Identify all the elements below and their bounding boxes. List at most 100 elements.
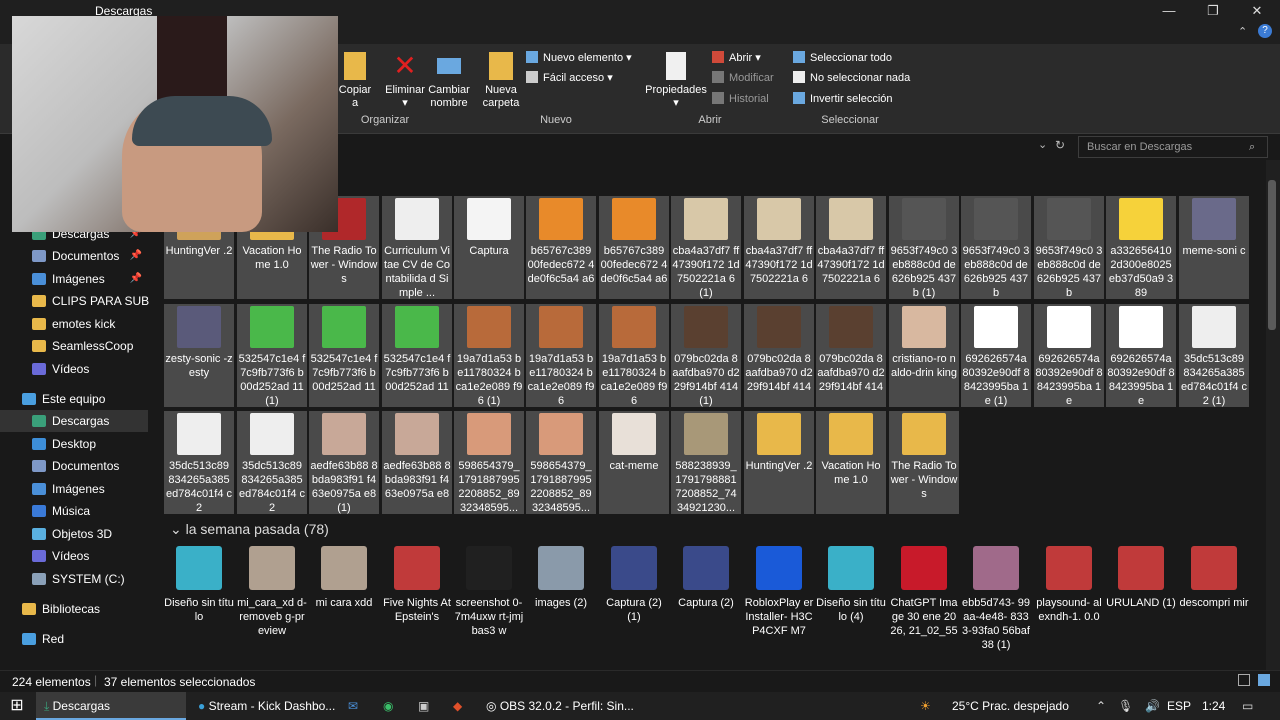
help-icon[interactable]: ? <box>1258 24 1272 38</box>
taskbar-stream[interactable]: ● Stream - Kick Dashbo... <box>190 692 340 720</box>
file-item[interactable]: 35dc513c89 834265a385 ed784c01f4 c2 <box>237 411 307 514</box>
new-folder-button[interactable]: Nueva carpeta <box>480 52 522 110</box>
file-item[interactable]: Curriculum Vitae CV de Contabilida d Sim… <box>382 196 452 299</box>
file-item[interactable]: ChatGPT Image 30 ene 2026, 21_02_55 <box>889 546 959 638</box>
scrollbar-thumb[interactable] <box>1268 180 1276 330</box>
details-view-icon[interactable] <box>1238 674 1250 686</box>
file-item[interactable]: cat-meme <box>599 411 669 514</box>
file-item[interactable]: b65767c389 00fedec672 4de0f6c5a4 a6 <box>599 196 669 299</box>
file-item[interactable]: descompri mir <box>1179 546 1249 610</box>
file-item[interactable]: 079bc02da 8aafdba970 d229f914bf 414 <box>816 304 886 407</box>
chevron-up-icon[interactable]: ⌃ <box>1238 25 1247 38</box>
nav-musica[interactable]: Música <box>0 500 148 522</box>
nav-imagenes[interactable]: Imágenes <box>0 478 148 500</box>
clock[interactable]: 1:24 <box>1202 692 1225 720</box>
rename-button[interactable]: Cambiar nombre <box>426 52 472 110</box>
file-item[interactable]: 532547c1e4 f7c9fb773f6 b00d252ad 11 <box>309 304 379 407</box>
file-item[interactable]: Five Nights At Epstein's <box>382 546 452 624</box>
nav-quick-documentos[interactable]: Documentos 📌 <box>0 245 148 267</box>
mail-icon[interactable]: ✉ <box>348 692 366 720</box>
file-item[interactable]: playsound- alexndh-1. 0.0 <box>1034 546 1104 624</box>
weather-icon[interactable]: ☀ <box>920 692 944 720</box>
file-item[interactable]: 35dc513c89 834265a385 ed784c01f4 c2 <box>164 411 234 514</box>
file-item[interactable]: Diseño sin título <box>164 546 234 624</box>
file-item[interactable]: 9653f749c0 3eb888c0d de626b925 437b <box>1034 196 1104 299</box>
file-item[interactable]: cba4a37df7 ff47390f172 1d7502221a 6 <box>816 196 886 299</box>
nav-desktop[interactable]: Desktop <box>0 433 148 455</box>
nav-emotes[interactable]: emotes kick <box>0 313 148 335</box>
file-item[interactable]: screenshot 0-7m4uxw rt-jmjbas3 w <box>454 546 524 638</box>
file-item[interactable]: meme-soni c <box>1179 196 1249 299</box>
history-button[interactable]: Historial <box>712 90 769 108</box>
nav-quick-imagenes[interactable]: Imágenes 📌 <box>0 268 148 290</box>
file-item[interactable]: 532547c1e4 f7c9fb773f6 b00d252ad 11 <box>382 304 452 407</box>
terminal-icon[interactable]: ▣ <box>418 692 436 720</box>
language-indicator[interactable]: ESP <box>1167 692 1191 720</box>
close-button[interactable]: ✕ <box>1234 0 1280 22</box>
new-item-button[interactable]: Nuevo elemento ▾ <box>526 49 632 67</box>
file-item[interactable]: a332656410 2d300e8025 eb37d50a9 389 <box>1106 196 1176 299</box>
minimize-button[interactable]: — <box>1146 0 1192 22</box>
nav-videos[interactable]: Vídeos <box>0 545 148 567</box>
nav-bibliotecas[interactable]: Bibliotecas <box>0 598 148 620</box>
copy-button[interactable]: Copiar a <box>338 52 372 110</box>
select-all-button[interactable]: Seleccionar todo <box>793 49 892 67</box>
properties-button[interactable]: Propiedades ▾ <box>644 52 708 110</box>
file-item[interactable]: cba4a37df7 ff47390f172 1d7502221a 6 (1) <box>671 196 741 299</box>
open-button[interactable]: Abrir ▾ <box>712 49 761 67</box>
refresh-icon[interactable]: ↻ <box>1055 138 1065 152</box>
file-item[interactable]: zesty-sonic -zesty <box>164 304 234 407</box>
select-none-button[interactable]: No seleccionar nada <box>793 69 910 87</box>
file-item[interactable]: RobloxPlay erInstaller- H3CP4CXF M7 <box>744 546 814 638</box>
file-item[interactable]: b65767c389 00fedec672 4de0f6c5a4 a6 <box>526 196 596 299</box>
file-item[interactable]: Diseño sin título (4) <box>816 546 886 624</box>
large-icons-view-icon[interactable] <box>1258 674 1270 686</box>
file-item[interactable]: 692626574a 80392e90df 88423995ba 1e (1) <box>961 304 1031 407</box>
file-item[interactable]: URULAND (1) <box>1106 546 1176 610</box>
nav-descargas[interactable]: Descargas <box>0 410 148 432</box>
file-item[interactable]: Captura (2) <box>671 546 741 610</box>
file-item[interactable]: 692626574a 80392e90df 88423995ba 1e <box>1106 304 1176 407</box>
nav-red[interactable]: Red <box>0 628 148 650</box>
file-item[interactable]: The Radio Tower - Windows <box>889 411 959 514</box>
taskbar-explorer[interactable]: ⤓ Descargas <box>36 692 186 720</box>
easy-access-button[interactable]: Fácil acceso ▾ <box>526 69 613 87</box>
weather-text[interactable]: 25°C Prac. despejado <box>952 692 1069 720</box>
file-item[interactable]: 598654379_ 1791887995 2208852_89 3234859… <box>526 411 596 514</box>
file-item[interactable]: mi_cara_xd d-removeb g-preview <box>237 546 307 638</box>
file-item[interactable]: 079bc02da 8aafdba970 d229f914bf 414 (1) <box>671 304 741 407</box>
group-header[interactable]: ⌄ la semana pasada (78) <box>170 521 329 538</box>
nav-documentos[interactable]: Documentos <box>0 455 148 477</box>
file-item[interactable]: 598654379_ 1791887995 2208852_89 3234859… <box>454 411 524 514</box>
nav-clips[interactable]: CLIPS PARA SUBIR <box>0 290 161 312</box>
maximize-button[interactable]: ❐ <box>1190 0 1236 22</box>
volume-icon[interactable]: 🔊 <box>1145 692 1160 720</box>
file-item[interactable]: 532547c1e4 f7c9fb773f6 b00d252ad 11 (1) <box>237 304 307 407</box>
file-item[interactable]: 692626574a 80392e90df 88423995ba 1e <box>1034 304 1104 407</box>
start-button[interactable]: ⊞ <box>8 692 26 720</box>
file-item[interactable]: aedfe63b88 8bda983f91 f463e0975a e8 (1) <box>309 411 379 514</box>
file-item[interactable]: 9653f749c0 3eb888c0d de626b925 437b <box>961 196 1031 299</box>
spotify-icon[interactable]: ◉ <box>383 692 401 720</box>
file-item[interactable]: cristiano-ro naldo-drin king <box>889 304 959 407</box>
edit-button[interactable]: Modificar <box>712 69 774 87</box>
chevron-up-icon[interactable]: ⌃ <box>1096 692 1106 720</box>
brave-icon[interactable]: ◆ <box>453 692 471 720</box>
file-item[interactable]: 19a7d1a53 be11780324 bca1e2e089 f96 <box>599 304 669 407</box>
file-item[interactable]: 588238939_ 1791798881 7208852_74 3492123… <box>671 411 741 514</box>
nav-objetos3d[interactable]: Objetos 3D <box>0 523 148 545</box>
file-item[interactable]: ebb5d743- 99aa-4e48- 8333-93fa0 56baf38 … <box>961 546 1031 652</box>
file-item[interactable]: 19a7d1a53 be11780324 bca1e2e089 f96 <box>526 304 596 407</box>
file-item[interactable]: Captura <box>454 196 524 299</box>
file-item[interactable]: 35dc513c89 834265a385 ed784c01f4 c2 (1) <box>1179 304 1249 407</box>
file-item[interactable]: images (2) <box>526 546 596 610</box>
nav-this-pc[interactable]: Este equipo <box>0 388 148 410</box>
file-item[interactable]: aedfe63b88 8bda983f91 f463e0975a e8 <box>382 411 452 514</box>
nav-quick-videos[interactable]: Vídeos <box>0 358 148 380</box>
file-item[interactable]: 079bc02da 8aafdba970 d229f914bf 414 <box>744 304 814 407</box>
file-item[interactable]: Vacation Home 1.0 <box>816 411 886 514</box>
nav-seamlesscoop[interactable]: SeamlessCoop <box>0 335 148 357</box>
search-input[interactable]: Buscar en Descargas ⌕ <box>1078 136 1268 158</box>
chevron-down-icon[interactable]: ⌄ <box>1038 138 1047 151</box>
notification-icon[interactable]: ▭ <box>1242 692 1253 720</box>
